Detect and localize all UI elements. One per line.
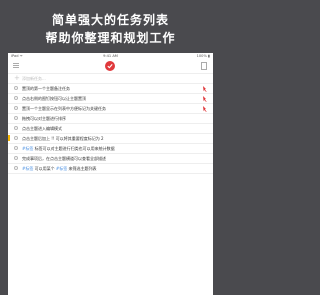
task-row[interactable]: #标签 标签可以对主题进行归类也可以用来统计数据: [8, 144, 213, 154]
add-task-input[interactable]: 添加新任务...: [22, 76, 46, 81]
task-checkbox[interactable]: [14, 106, 18, 110]
info-icon[interactable]: [201, 62, 207, 70]
app-store-screenshot: 简单强大的任务列表 帮助你整理和规划工作 iPad ᯤ 9:41 AM 100%…: [0, 0, 221, 295]
task-row[interactable]: 拖拽可以对主题进行排序: [8, 114, 213, 124]
add-task-row[interactable]: + 添加新任务...: [8, 74, 213, 84]
task-checkbox[interactable]: [14, 136, 18, 140]
task-row[interactable]: #标签 可以用某个 #标签 来筛选主题列表: [8, 164, 213, 174]
task-row[interactable]: 点击右侧的图钉按钮可以让主题置顶: [8, 94, 213, 104]
nav-bar: [8, 60, 213, 74]
pin-icon[interactable]: [202, 95, 207, 102]
task-checkbox[interactable]: [14, 116, 18, 120]
task-tag[interactable]: #标签: [56, 166, 67, 171]
ipad-screen: iPad ᯤ 9:41 AM 100% ▮ + 添加新任务... 置顶的第一个主…: [8, 53, 213, 295]
task-row[interactable]: 置顶的第一个主题备注任务: [8, 84, 213, 94]
pin-icon[interactable]: [202, 105, 207, 112]
task-text: 置顶一个主题显示在列表中方便标记为关键任务: [22, 106, 106, 111]
promo-headline-1: 简单强大的任务列表: [51, 13, 169, 27]
task-row[interactable]: 置顶一个主题显示在列表中方便标记为关键任务: [8, 104, 213, 114]
task-text-container: #标签 可以用某个 #标签 来筛选主题列表: [22, 166, 97, 171]
status-bar: iPad ᯤ 9:41 AM 100% ▮: [8, 53, 213, 60]
task-row[interactable]: 完成事项后，在点击主题横道可以查看全部描述: [8, 154, 213, 164]
task-row[interactable]: 点击主题进入编辑模式: [8, 124, 213, 134]
menu-icon[interactable]: [13, 63, 19, 68]
plus-icon: +: [14, 74, 20, 82]
task-checkbox[interactable]: [14, 126, 18, 130]
status-battery: 100% ▮: [196, 54, 210, 58]
task-checkbox[interactable]: [14, 166, 18, 170]
task-checkbox[interactable]: [14, 86, 18, 90]
task-text: 点击主题进入编辑模式: [22, 126, 62, 131]
promo-headline-2: 帮助你整理和规划工作: [45, 31, 176, 45]
task-text: 拖拽可以对主题进行排序: [22, 116, 66, 121]
task-text: 标签可以对主题进行归类也可以用来统计数据: [33, 146, 115, 151]
task-checkbox[interactable]: [14, 96, 18, 100]
pin-icon[interactable]: [202, 85, 207, 92]
task-checkbox[interactable]: [14, 146, 18, 150]
priority-marker: [8, 135, 10, 141]
task-text: 置顶的第一个主题备注任务: [22, 86, 70, 91]
task-text: 完成事项后，在点击主题横道可以查看全部描述: [22, 156, 106, 161]
task-text-container: #标签 标签可以对主题进行归类也可以用来统计数据: [22, 146, 115, 151]
task-text: 点击主题后加上 !! 可以将其重要程度标记为 2: [22, 136, 104, 141]
task-text: 点击右侧的图钉按钮可以让主题置顶: [22, 96, 86, 101]
task-text-tail: 来筛选主题列表: [67, 166, 97, 171]
status-time: 9:41 AM: [103, 54, 118, 58]
check-circle-icon[interactable]: [105, 61, 115, 71]
task-row[interactable]: 点击主题后加上 !! 可以将其重要程度标记为 2: [8, 134, 213, 144]
task-tag[interactable]: #标签: [22, 146, 33, 151]
task-text: 可以用某个: [33, 166, 56, 171]
task-tag[interactable]: #标签: [22, 166, 33, 171]
task-checkbox[interactable]: [14, 156, 18, 160]
